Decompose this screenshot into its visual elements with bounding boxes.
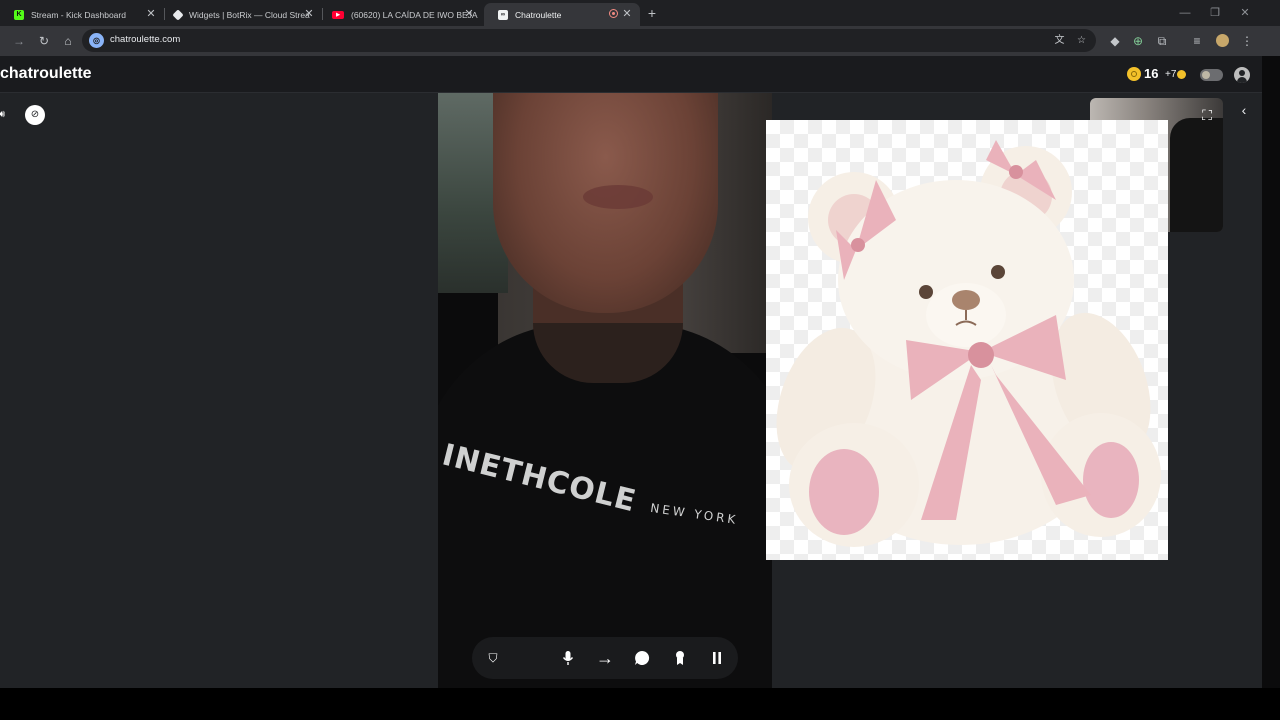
close-tab-icon[interactable]: ✕	[462, 7, 476, 21]
teddy-bear-illustration	[776, 140, 1161, 547]
report-camera-icon[interactable]: ⊘	[25, 105, 45, 125]
extensions-puzzle-icon[interactable]: ⧉	[1153, 32, 1171, 50]
chatroulette-icon: ∞	[498, 9, 508, 20]
pause-icon[interactable]	[706, 647, 728, 669]
close-tab-icon[interactable]: ✕	[302, 7, 316, 21]
close-tab-icon[interactable]: ✕	[144, 7, 158, 21]
minimize-icon[interactable]: —	[1172, 4, 1198, 22]
extension-diamond-icon[interactable]: ◆	[1106, 32, 1124, 50]
coin-balance[interactable]: 16	[1127, 66, 1158, 81]
chatroulette-page: chatroulette 16 +7 🔊︎ ⊘ INETHCOLE NEW YO…	[0, 56, 1262, 688]
youtube-icon: ▶	[332, 10, 344, 19]
coin-bonus: +7	[1165, 69, 1187, 80]
recording-icon	[609, 9, 618, 18]
tab-youtube-video[interactable]: ▶ (60620) LA CAÍDA DE IWO BEJA ✕	[318, 3, 482, 26]
url-text[interactable]: chatroulette.com	[110, 34, 180, 45]
address-bar[interactable]: ◎ chatroulette.com ⽂ ☆	[82, 29, 1096, 52]
account-icon[interactable]	[1234, 67, 1250, 83]
coin-icon	[1177, 70, 1187, 79]
next-arrow-icon[interactable]: →	[594, 647, 616, 669]
botrix-icon	[172, 8, 184, 21]
site-info-icon[interactable]: ◎	[89, 33, 104, 48]
media-control-icon[interactable]: ≡	[1188, 32, 1206, 50]
collapse-panel-icon[interactable]: ‹	[1236, 102, 1252, 118]
microphone-icon[interactable]	[557, 647, 579, 669]
restore-icon[interactable]: ❐	[1202, 4, 1228, 22]
kick-icon: K	[14, 9, 24, 20]
shield-icon[interactable]: ⛉	[482, 647, 504, 669]
chat-icon[interactable]	[631, 647, 653, 669]
site-logo[interactable]: chatroulette	[0, 65, 92, 83]
tab-kick-dashboard[interactable]: K Stream - Kick Dashboard ✕	[0, 3, 164, 26]
translate-icon[interactable]: ⽂	[1052, 33, 1067, 48]
page-scrollbar[interactable]	[1262, 56, 1280, 688]
new-tab-button[interactable]: +	[644, 5, 660, 21]
extension-plus-icon[interactable]: ⊕	[1129, 32, 1147, 50]
reload-icon[interactable]: ↻	[35, 32, 53, 50]
close-window-icon[interactable]: ✕	[1232, 4, 1258, 22]
browser-menu-icon[interactable]: ⋮	[1238, 32, 1256, 50]
fullscreen-icon[interactable]: ⛶	[1198, 106, 1216, 124]
home-icon[interactable]: ⌂	[59, 32, 77, 50]
profile-avatar-icon[interactable]	[1213, 32, 1231, 50]
bookmark-star-icon[interactable]: ☆	[1074, 33, 1089, 48]
site-header: chatroulette 16 +7	[0, 56, 1262, 93]
close-tab-icon[interactable]: ✕	[620, 7, 634, 21]
tab-botrix-widgets[interactable]: Widgets | BotRix — Cloud Strea ✕	[160, 3, 322, 26]
browser-toolbar: → ↻ ⌂ ◎ chatroulette.com ⽂ ☆ ◆ ⊕ ⧉ ≡ ⋮	[0, 26, 1280, 56]
award-icon[interactable]	[669, 647, 691, 669]
remote-video: INETHCOLE NEW YORK	[438, 93, 772, 688]
browser-tab-strip: K Stream - Kick Dashboard ✕ Widgets | Bo…	[0, 0, 1280, 26]
call-controls: ⛉ →	[472, 637, 738, 679]
speaker-icon[interactable]: 🔊︎	[0, 105, 12, 125]
forward-icon[interactable]: →	[10, 32, 28, 50]
coin-icon	[1127, 66, 1141, 81]
theme-toggle[interactable]	[1200, 69, 1223, 81]
tab-chatroulette[interactable]: ∞ Chatroulette ✕	[484, 3, 640, 26]
teddy-bear-overlay-image	[766, 120, 1168, 560]
